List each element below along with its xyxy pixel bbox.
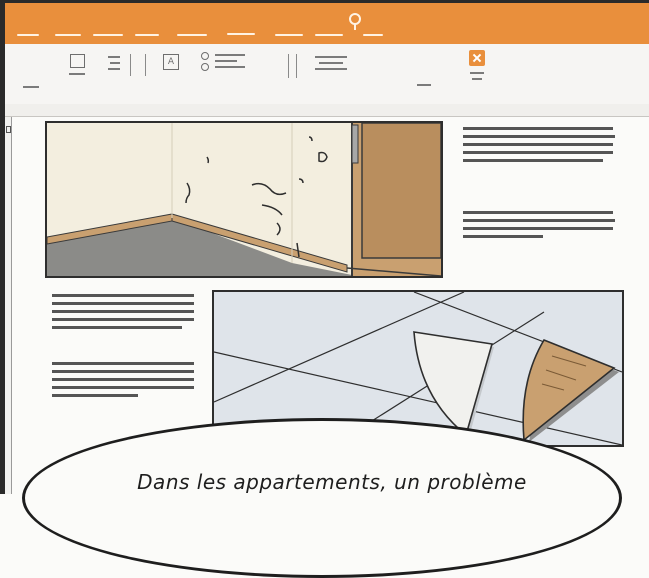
close-icon[interactable]	[469, 50, 487, 84]
title-marker-icon	[349, 13, 361, 30]
toolbar: A	[5, 44, 649, 104]
toolbar-separator	[145, 54, 146, 76]
text-block[interactable]	[463, 127, 618, 167]
ribbon-footer	[5, 104, 649, 117]
text-block[interactable]	[52, 294, 197, 334]
menu-item-placeholder[interactable]	[275, 34, 303, 36]
toolbar-button[interactable]	[23, 66, 39, 90]
title-bar	[5, 3, 649, 44]
menu-item-placeholder[interactable]	[315, 34, 343, 36]
text-box-icon[interactable]: A	[163, 54, 181, 72]
vertical-ruler[interactable]	[5, 117, 12, 494]
menu-item-placeholder[interactable]	[55, 34, 81, 36]
menu-item-placeholder[interactable]	[363, 34, 383, 36]
toolbar-separator	[130, 54, 131, 76]
align-icon[interactable]	[201, 52, 251, 74]
comic-panel-wall	[45, 121, 443, 278]
list-icon[interactable]	[108, 54, 122, 76]
toolbar-button[interactable]	[417, 66, 433, 86]
wall-illustration	[47, 123, 441, 276]
text-block[interactable]	[52, 362, 197, 398]
paragraph-align-button[interactable]	[315, 54, 351, 76]
page-layout-button[interactable]	[69, 54, 87, 82]
menu-item-placeholder[interactable]	[135, 34, 159, 36]
toolbar-separator	[288, 54, 289, 78]
speech-bubble	[22, 418, 622, 578]
ruler-marker[interactable]	[6, 126, 11, 133]
comic-caption: Dans les appartements, un problème	[137, 470, 527, 494]
menu-item-placeholder[interactable]	[17, 34, 39, 36]
text-block[interactable]	[463, 211, 618, 247]
menu-item-placeholder[interactable]	[93, 34, 123, 36]
toolbar-separator	[296, 54, 297, 78]
menu-item-placeholder[interactable]	[227, 33, 255, 35]
menu-item-placeholder[interactable]	[177, 34, 207, 36]
